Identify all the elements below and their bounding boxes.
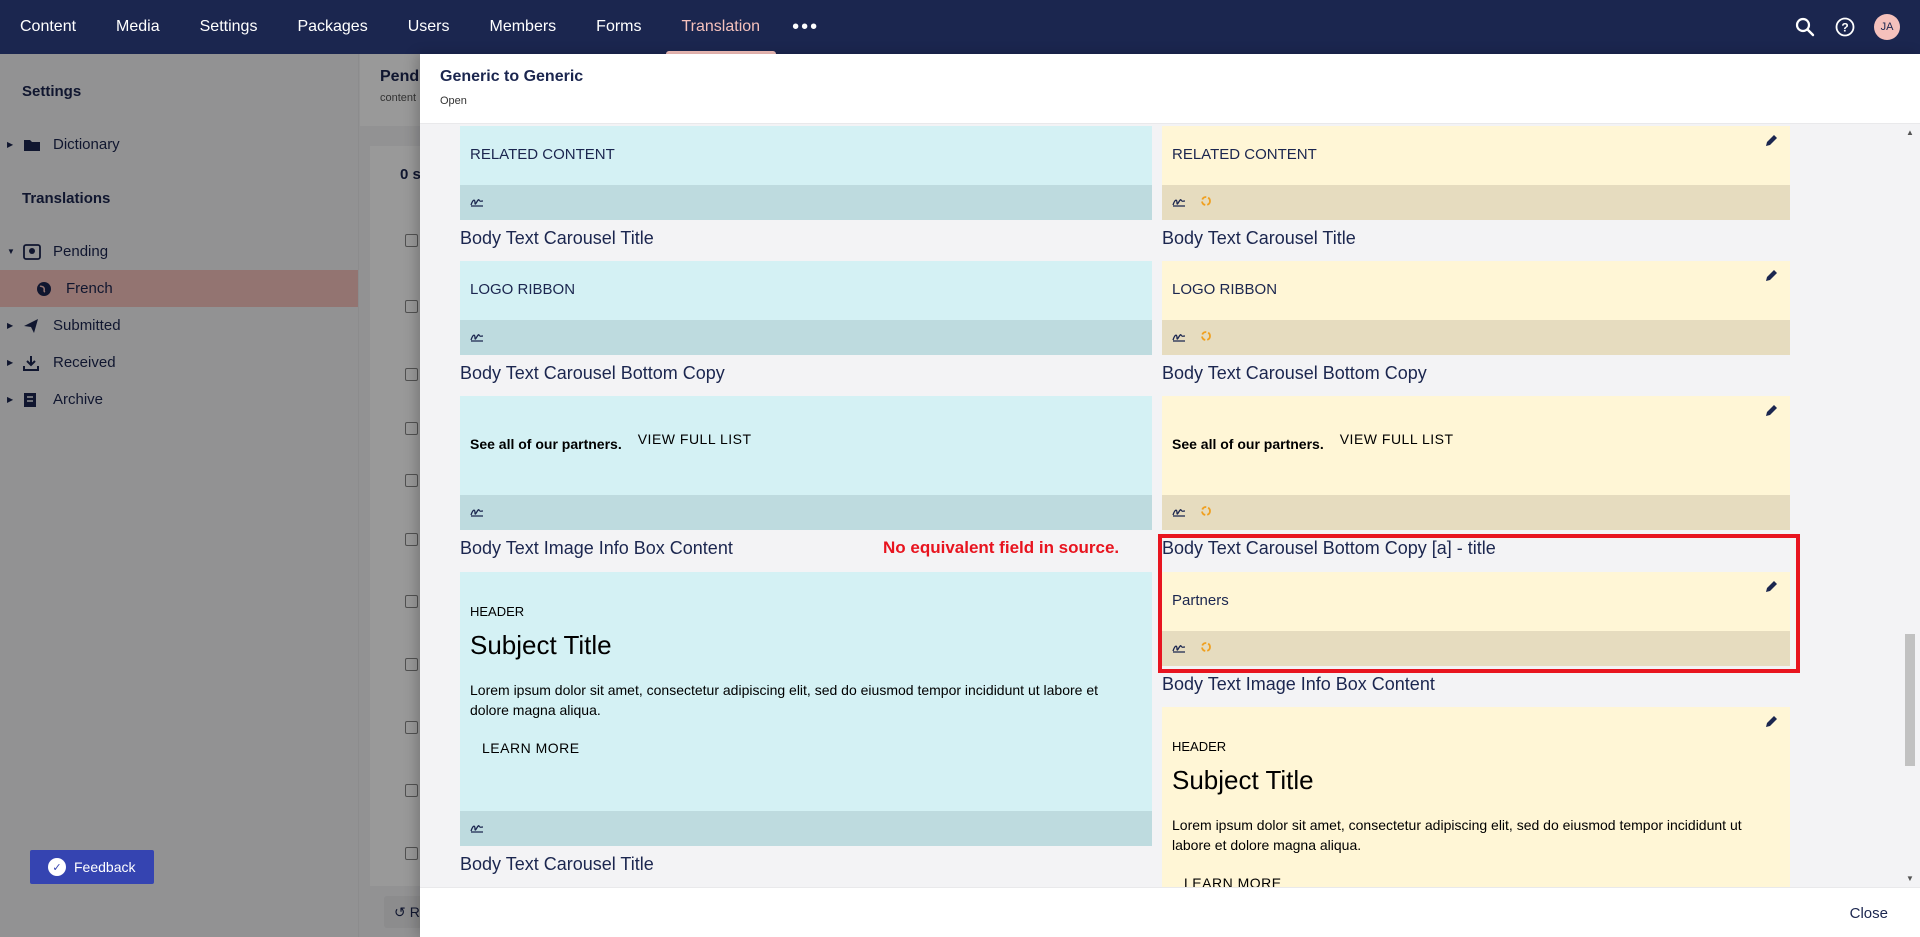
signature-icon[interactable] bbox=[470, 194, 484, 212]
dialog-title: Generic to Generic bbox=[440, 68, 584, 85]
svg-text:?: ? bbox=[1841, 21, 1848, 35]
top-actions: ? JA bbox=[1794, 0, 1900, 54]
signature-icon[interactable] bbox=[470, 820, 484, 838]
help-icon[interactable]: ? bbox=[1834, 16, 1856, 38]
dialog-body: RELATED CONTENT Body Text Carousel Title… bbox=[420, 124, 1920, 887]
target-info-box[interactable]: HEADER Subject Title Lorem ipsum dolor s… bbox=[1162, 707, 1790, 887]
scroll-down-arrow[interactable]: ▼ bbox=[1906, 874, 1914, 883]
info-body: Lorem ipsum dolor sit amet, consectetur … bbox=[1172, 817, 1742, 853]
target-partners-box[interactable]: See all of our partners. VIEW FULL LIST bbox=[1162, 396, 1790, 530]
nav-media[interactable]: Media bbox=[96, 0, 180, 54]
source-toolbar bbox=[460, 811, 1152, 846]
section-nav: Content Media Settings Packages Users Me… bbox=[0, 0, 831, 54]
user-avatar[interactable]: JA bbox=[1874, 14, 1900, 40]
source-field-label: Body Text Carousel Bottom Copy bbox=[460, 363, 725, 383]
target-toolbar bbox=[1162, 495, 1790, 530]
dialog-header: Generic to Generic Open bbox=[420, 54, 1920, 124]
scrollbar-thumb[interactable] bbox=[1905, 634, 1915, 766]
source-toolbar bbox=[460, 185, 1152, 220]
nav-users[interactable]: Users bbox=[388, 0, 470, 54]
view-full-list-link: VIEW FULL LIST bbox=[1339, 431, 1454, 447]
modal-backdrop[interactable] bbox=[0, 54, 420, 937]
dialog-footer: Close bbox=[420, 887, 1920, 937]
target-field-label: Body Text Carousel Title bbox=[1162, 228, 1356, 248]
more-sections-button[interactable]: ••• bbox=[780, 0, 831, 54]
learn-more-link: LEARN MORE bbox=[1184, 875, 1282, 887]
translation-dialog: Generic to Generic Open RELATED CONTENT … bbox=[420, 54, 1920, 937]
search-icon[interactable] bbox=[1794, 16, 1816, 38]
nav-content[interactable]: Content bbox=[0, 0, 96, 54]
close-button[interactable]: Close bbox=[1850, 905, 1888, 922]
info-body: Lorem ipsum dolor sit amet, consectetur … bbox=[470, 682, 1098, 718]
source-related-content-box: RELATED CONTENT bbox=[460, 126, 1152, 220]
dialog-scrollbar[interactable]: ▲ ▼ bbox=[1900, 124, 1920, 887]
no-equivalent-warning: No equivalent field in source. bbox=[883, 538, 1120, 557]
source-info-box: HEADER Subject Title Lorem ipsum dolor s… bbox=[460, 572, 1152, 846]
target-logo-ribbon-box[interactable]: LOGO RIBBON bbox=[1162, 261, 1790, 355]
target-related-content-box[interactable]: RELATED CONTENT bbox=[1162, 126, 1790, 220]
highlight-frame bbox=[1158, 534, 1800, 673]
source-field-label: Body Text Carousel Title bbox=[460, 854, 654, 874]
scroll-up-arrow[interactable]: ▲ bbox=[1906, 128, 1914, 137]
target-field-label: Body Text Carousel Bottom Copy bbox=[1162, 363, 1427, 383]
signature-icon[interactable] bbox=[1172, 504, 1186, 522]
feedback-button[interactable]: ✓ Feedback bbox=[30, 850, 154, 884]
info-header: HEADER bbox=[1172, 739, 1227, 754]
partners-text: See all of our partners. bbox=[470, 436, 622, 452]
source-field-label: Body Text Carousel Title bbox=[460, 228, 654, 248]
feedback-label: Feedback bbox=[74, 859, 136, 875]
source-field-label: Body Text Image Info Box Content bbox=[460, 538, 733, 558]
sync-icon[interactable] bbox=[1200, 504, 1212, 522]
sync-icon[interactable] bbox=[1200, 329, 1212, 347]
target-text: LOGO RIBBON bbox=[1172, 281, 1278, 298]
sync-icon[interactable] bbox=[1200, 194, 1212, 212]
nav-forms[interactable]: Forms bbox=[576, 0, 661, 54]
source-text: LOGO RIBBON bbox=[470, 281, 576, 298]
top-navigation: Content Media Settings Packages Users Me… bbox=[0, 0, 1920, 54]
source-text: RELATED CONTENT bbox=[470, 146, 615, 163]
partners-text: See all of our partners. bbox=[1172, 436, 1324, 452]
signature-icon[interactable] bbox=[470, 504, 484, 522]
source-toolbar bbox=[460, 495, 1152, 530]
info-title: Subject Title bbox=[470, 630, 612, 660]
source-toolbar bbox=[460, 320, 1152, 355]
signature-icon[interactable] bbox=[470, 329, 484, 347]
pencil-icon[interactable] bbox=[1764, 715, 1778, 729]
target-text: RELATED CONTENT bbox=[1172, 146, 1317, 163]
feedback-icon: ✓ bbox=[48, 858, 66, 876]
info-title: Subject Title bbox=[1172, 765, 1314, 795]
info-header: HEADER bbox=[470, 604, 525, 619]
target-partners-row: See all of our partners. VIEW FULL LIST bbox=[1172, 426, 1454, 452]
learn-more-link: LEARN MORE bbox=[482, 740, 580, 756]
pencil-icon[interactable] bbox=[1764, 134, 1778, 148]
source-partners-row: See all of our partners. VIEW FULL LIST bbox=[470, 426, 752, 452]
target-toolbar bbox=[1162, 320, 1790, 355]
nav-packages[interactable]: Packages bbox=[277, 0, 387, 54]
target-field-label: Body Text Image Info Box Content bbox=[1162, 674, 1435, 694]
nav-translation[interactable]: Translation bbox=[662, 0, 781, 54]
nav-settings[interactable]: Settings bbox=[180, 0, 278, 54]
source-logo-ribbon-box: LOGO RIBBON bbox=[460, 261, 1152, 355]
view-full-list-link: VIEW FULL LIST bbox=[637, 431, 752, 447]
pencil-icon[interactable] bbox=[1764, 269, 1778, 283]
signature-icon[interactable] bbox=[1172, 194, 1186, 212]
dialog-status: Open bbox=[440, 95, 467, 107]
pencil-icon[interactable] bbox=[1764, 404, 1778, 418]
source-partners-box: See all of our partners. VIEW FULL LIST bbox=[460, 396, 1152, 530]
nav-members[interactable]: Members bbox=[469, 0, 576, 54]
signature-icon[interactable] bbox=[1172, 329, 1186, 347]
target-toolbar bbox=[1162, 185, 1790, 220]
